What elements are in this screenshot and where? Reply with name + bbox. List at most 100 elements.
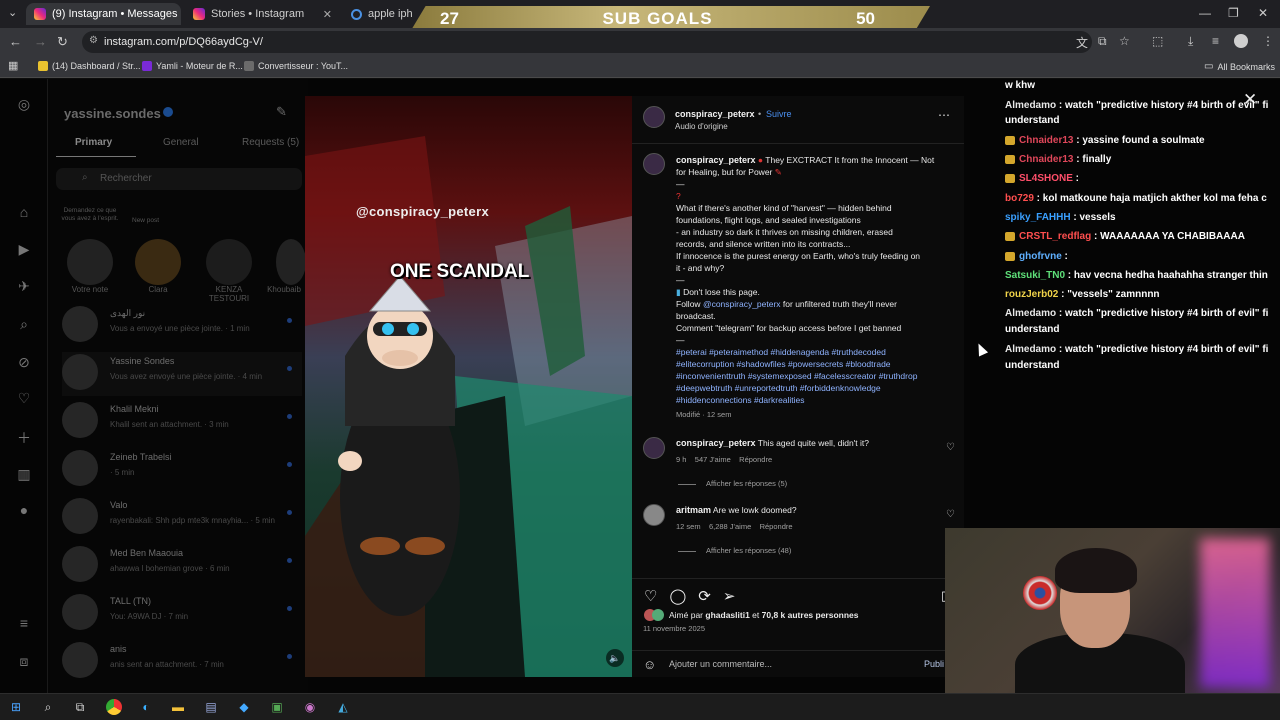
- commenter-avatar[interactable]: [643, 437, 665, 459]
- more-icon[interactable]: ⋯: [938, 108, 950, 122]
- repost-icon[interactable]: ⟳: [698, 587, 711, 605]
- comment-user[interactable]: aritmam: [676, 505, 711, 515]
- instagram-logo-icon[interactable]: ◎: [15, 96, 33, 114]
- liked-by[interactable]: Aimé par ghadasliti1 et 70,8 k autres pe…: [669, 610, 859, 620]
- apps-icon[interactable]: ▦: [8, 59, 18, 72]
- conversation-item[interactable]: TALL (TN) You: A9WA DJ · 7 min: [62, 592, 302, 636]
- chrome-icon[interactable]: [106, 699, 122, 715]
- more-menu-icon[interactable]: ≡: [15, 615, 33, 633]
- restore-icon[interactable]: ❐: [1228, 6, 1239, 20]
- task-view-icon[interactable]: ⧉: [72, 699, 88, 715]
- bookmark-star-icon[interactable]: ☆: [1119, 34, 1130, 48]
- url-field[interactable]: ⚙ instagram.com/p/DQ66aydCg-V/: [82, 31, 1092, 53]
- hashtag-line[interactable]: #elitecorruption #shadowfiles #powersecr…: [676, 358, 951, 370]
- app-icon[interactable]: ▣: [269, 699, 285, 715]
- reply-button[interactable]: Répondre: [760, 522, 793, 531]
- tab-general[interactable]: General: [163, 137, 199, 148]
- commenter-avatar[interactable]: [643, 504, 665, 526]
- app-icon[interactable]: ◆: [236, 699, 252, 715]
- reply-button[interactable]: Répondre: [739, 455, 772, 464]
- author-avatar[interactable]: [643, 106, 665, 128]
- comment-likes[interactable]: 6,288 J'aime: [709, 522, 751, 531]
- messenger-icon[interactable]: ✈: [15, 278, 33, 296]
- author-mention-link[interactable]: @conspiracy_peterx: [703, 299, 781, 309]
- reload-icon[interactable]: ↻: [57, 34, 68, 50]
- author-avatar[interactable]: [643, 153, 665, 175]
- minimize-icon[interactable]: —: [1199, 6, 1211, 20]
- conversation-item[interactable]: Khalil Mekni Khalil sent an attachment. ·…: [62, 400, 302, 444]
- start-icon[interactable]: ⊞: [8, 699, 24, 715]
- tab-instagram-stories[interactable]: Stories • Instagram ✕: [185, 3, 340, 25]
- hashtag-line[interactable]: #inconvenienttruth #systemexposed #facel…: [676, 370, 951, 382]
- conversation-item[interactable]: Zeineb Trabelsi · 5 min: [62, 448, 302, 492]
- comment-user[interactable]: conspiracy_peterx: [676, 438, 756, 448]
- create-icon[interactable]: ＋: [15, 428, 33, 446]
- tab-apple-iphone[interactable]: apple iphone: [343, 3, 413, 25]
- mute-video-icon[interactable]: 🔈: [606, 649, 624, 667]
- reels-icon[interactable]: ▶: [15, 241, 33, 259]
- story-khoubaib[interactable]: [276, 239, 306, 285]
- search-icon[interactable]: ⌕: [40, 699, 56, 715]
- search-icon[interactable]: ⌕: [15, 316, 33, 334]
- window-close-icon[interactable]: ✕: [1258, 6, 1268, 20]
- app-icon[interactable]: ◭: [335, 699, 351, 715]
- comment-input[interactable]: Ajouter un commentaire...: [669, 659, 772, 669]
- hashtag-line[interactable]: #peterai #peteraimethod #hiddenagenda #t…: [676, 346, 951, 358]
- forward-icon[interactable]: →: [34, 34, 47, 49]
- compose-icon[interactable]: ✎: [276, 104, 287, 120]
- send-icon[interactable]: ➢: [723, 587, 736, 605]
- bookmark-convertisseur[interactable]: Convertisseur : YouT...: [244, 61, 348, 71]
- all-bookmarks[interactable]: ▭ All Bookmarks: [1204, 61, 1275, 72]
- post-media-video[interactable]: @conspiracy_peterx ONE SCANDAL 🔈: [305, 96, 632, 677]
- follow-button[interactable]: Suivre: [766, 109, 792, 119]
- discord-icon[interactable]: ◉: [302, 699, 318, 715]
- hashtag-line[interactable]: #deepwebtruth #unreportedtruth #forbidde…: [676, 382, 951, 394]
- edge-icon[interactable]: ◐: [138, 699, 154, 715]
- heart-icon[interactable]: ♡: [644, 587, 657, 605]
- file-explorer-icon[interactable]: ▬: [170, 699, 186, 715]
- story-clara[interactable]: [135, 239, 181, 285]
- conversation-item[interactable]: نور الهدى Vous a envoyé une pièce jointe.…: [62, 304, 302, 348]
- tab-requests[interactable]: Requests (5): [242, 137, 299, 148]
- conversation-item[interactable]: Valo rayenbakali: Shh pdp mte3k mnayhia..…: [62, 496, 302, 540]
- bookmark-yamli[interactable]: Yamli - Moteur de R...: [142, 61, 243, 71]
- translate-icon[interactable]: 文: [1076, 34, 1088, 51]
- menu-icon[interactable]: ⋮: [1262, 34, 1274, 48]
- dm-search-input[interactable]: ⌕ Rechercher: [56, 168, 302, 190]
- site-info-icon[interactable]: ⚙: [89, 35, 98, 46]
- audio-label[interactable]: Audio d'origine: [675, 122, 728, 131]
- comment-like-icon[interactable]: ♡: [946, 509, 955, 520]
- story-your-note[interactable]: [67, 239, 113, 285]
- tab-instagram-messages[interactable]: (9) Instagram • Messages 🔈 ✕: [26, 3, 181, 25]
- conversation-item[interactable]: Med Ben Maaouia ahawwa l bohemian grove ·…: [62, 544, 302, 588]
- extensions-icon[interactable]: ⬚: [1152, 34, 1163, 48]
- publish-button[interactable]: Publi: [924, 659, 944, 669]
- view-replies-button[interactable]: Afficher les réponses (48): [678, 546, 791, 555]
- install-app-icon[interactable]: ⧉: [1098, 34, 1107, 49]
- home-icon[interactable]: ⌂: [15, 204, 33, 222]
- profile-avatar[interactable]: [1234, 34, 1248, 48]
- close-tab-icon[interactable]: ✕: [323, 8, 332, 21]
- conversation-item[interactable]: Yassine Sondes Vous avez envoyé une pièce…: [62, 352, 302, 396]
- post-author[interactable]: conspiracy_peterx: [675, 109, 755, 119]
- liked-by-count[interactable]: 70,8 k autres personnes: [762, 610, 859, 620]
- profile-icon[interactable]: ●: [15, 502, 33, 520]
- also-from-meta-icon[interactable]: ⧈: [15, 653, 33, 671]
- comment-like-icon[interactable]: ♡: [946, 442, 955, 453]
- tab-search-icon[interactable]: ⌄: [8, 6, 17, 19]
- store-icon[interactable]: ▤: [203, 699, 219, 715]
- view-replies-button[interactable]: Afficher les réponses (5): [678, 479, 787, 488]
- dashboard-icon[interactable]: ▥: [15, 466, 33, 484]
- caption-author[interactable]: conspiracy_peterx: [676, 155, 756, 165]
- comment-icon[interactable]: ◯: [669, 587, 686, 605]
- back-icon[interactable]: ←: [9, 34, 22, 49]
- explore-icon[interactable]: ⊘: [15, 354, 33, 372]
- dm-username[interactable]: yassine.sondes: [64, 106, 161, 121]
- conversation-item[interactable]: anis anis sent an attachment. · 7 min: [62, 640, 302, 684]
- media-control-icon[interactable]: ≡: [1212, 34, 1219, 48]
- emoji-icon[interactable]: ☺: [643, 657, 656, 672]
- tab-primary[interactable]: Primary: [75, 137, 112, 148]
- download-icon[interactable]: ⤓: [1188, 34, 1193, 49]
- bookmark-dashboard[interactable]: (14) Dashboard / Str...: [38, 61, 141, 71]
- notifications-icon[interactable]: ♡: [15, 390, 33, 408]
